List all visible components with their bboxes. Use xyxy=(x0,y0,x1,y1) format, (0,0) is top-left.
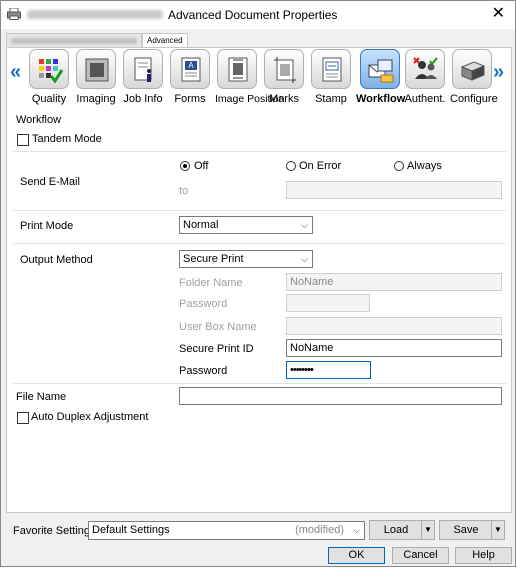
tab-advanced[interactable]: Advanced xyxy=(142,33,188,47)
divider xyxy=(13,383,507,384)
chevron-down-icon: ⌵ xyxy=(301,254,308,264)
workflow-heading: Workflow xyxy=(16,114,62,126)
secure-print-id-label: Secure Print ID xyxy=(179,343,254,355)
title-bar: Advanced Document Properties ✕ xyxy=(1,1,515,29)
load-button[interactable]: Load ▼ xyxy=(369,520,435,540)
favorite-modified-status: (modified) xyxy=(295,524,344,536)
send-email-off-radio[interactable] xyxy=(180,161,190,171)
tab-authentication-label: Authent. xyxy=(404,93,446,105)
save-button-label: Save xyxy=(453,524,479,536)
email-to-field[interactable] xyxy=(286,181,502,199)
marks-icon xyxy=(264,49,304,89)
tab-authentication[interactable]: Authent. xyxy=(403,49,447,109)
tab-configure-label: Configure xyxy=(450,93,498,105)
tab-quality[interactable]: Quality xyxy=(27,49,71,109)
email-to-label: to xyxy=(179,185,189,197)
tab-job-info-label: Job Info xyxy=(123,93,163,105)
send-email-on-error-label: On Error xyxy=(299,160,342,172)
tab-quality-label: Quality xyxy=(31,93,67,105)
forms-icon: A xyxy=(170,49,210,89)
output-method-value: Secure Print xyxy=(183,253,244,265)
password-label: Password xyxy=(179,298,228,310)
tandem-mode-label: Tandem Mode xyxy=(32,133,102,145)
secure-print-id-field[interactable]: NoName xyxy=(286,339,502,357)
divider xyxy=(13,243,507,244)
printer-name-redacted xyxy=(27,10,163,19)
divider xyxy=(13,151,507,152)
file-name-label: File Name xyxy=(16,391,67,403)
password-field[interactable] xyxy=(286,294,370,312)
scroll-left-icon[interactable]: « xyxy=(10,61,21,84)
favorite-setting-select[interactable]: Default Settings (modified) ⌵ xyxy=(88,521,365,540)
tab-forms[interactable]: A Forms xyxy=(168,49,212,109)
tab-imaging-label: Imaging xyxy=(76,93,116,105)
send-email-always-label: Always xyxy=(407,160,442,172)
stamp-icon xyxy=(311,49,351,89)
favorite-setting-label: Favorite Setting xyxy=(13,525,91,537)
imaging-icon xyxy=(76,49,116,89)
main-panel: « » Quality Imaging Job Info A Forms Ima… xyxy=(6,47,512,537)
workflow-icon xyxy=(360,49,400,89)
close-icon[interactable]: ✕ xyxy=(492,5,505,23)
authentication-icon xyxy=(405,49,445,89)
properties-window: Advanced Document Properties ✕ Advanced … xyxy=(0,0,516,567)
svg-text:A: A xyxy=(188,61,194,70)
divider xyxy=(13,210,507,211)
file-name-field[interactable] xyxy=(179,387,502,405)
print-mode-value: Normal xyxy=(183,219,219,231)
send-email-label: Send E-Mail xyxy=(20,176,80,188)
tab-job-info[interactable]: Job Info xyxy=(121,49,165,109)
tab-imaging[interactable]: Imaging xyxy=(74,49,118,109)
tab-workflow-label: Workflow xyxy=(356,93,406,105)
send-email-always-radio[interactable] xyxy=(394,161,404,171)
print-mode-select[interactable]: Normal ⌵ xyxy=(179,216,313,234)
job-info-icon xyxy=(123,49,163,89)
tab-image-position[interactable]: Image Position xyxy=(215,49,285,109)
ok-button[interactable]: OK xyxy=(328,547,385,564)
printer-icon xyxy=(7,7,21,20)
image-position-icon xyxy=(217,49,257,89)
favorite-setting-value: Default Settings xyxy=(92,524,170,536)
quality-icon xyxy=(29,49,69,89)
load-button-label: Load xyxy=(383,524,409,536)
tab-printer-settings[interactable] xyxy=(6,33,142,47)
send-email-off-label: Off xyxy=(194,160,209,172)
folder-name-field[interactable]: NoName xyxy=(286,273,502,291)
window-title: Advanced Document Properties xyxy=(168,8,338,22)
user-box-name-field[interactable] xyxy=(286,317,502,335)
tab-stamp-label: Stamp xyxy=(315,93,347,105)
output-method-select[interactable]: Secure Print ⌵ xyxy=(179,250,313,268)
auto-duplex-checkbox[interactable] xyxy=(17,412,29,424)
folder-name-label: Folder Name xyxy=(179,277,243,289)
tab-label-redacted xyxy=(11,37,137,44)
tab-image-position-label: Image Position xyxy=(215,93,285,105)
secure-password-label: Password xyxy=(179,365,228,377)
chevron-down-icon: ⌵ xyxy=(353,525,360,535)
cancel-button[interactable]: Cancel xyxy=(392,547,449,564)
output-method-label: Output Method xyxy=(20,254,93,266)
tab-workflow[interactable]: Workflow xyxy=(356,49,406,109)
scroll-right-icon[interactable]: » xyxy=(493,61,504,84)
send-email-on-error-radio[interactable] xyxy=(286,161,296,171)
tab-marks-label: Marks xyxy=(269,93,299,105)
help-button[interactable]: Help xyxy=(455,547,512,564)
tab-strip: Advanced xyxy=(6,31,510,47)
print-mode-label: Print Mode xyxy=(20,220,74,232)
auto-duplex-label: Auto Duplex Adjustment xyxy=(31,411,149,423)
load-dropdown-icon[interactable]: ▼ xyxy=(421,521,434,539)
save-button[interactable]: Save ▼ xyxy=(439,520,505,540)
user-box-name-label: User Box Name xyxy=(179,321,257,333)
tab-forms-label: Forms xyxy=(174,93,206,105)
tab-marks[interactable]: Marks xyxy=(262,49,306,109)
tab-stamp[interactable]: Stamp xyxy=(309,49,353,109)
chevron-down-icon: ⌵ xyxy=(301,220,308,230)
tab-configure[interactable]: Configure xyxy=(450,49,498,109)
save-dropdown-icon[interactable]: ▼ xyxy=(491,521,504,539)
secure-password-field[interactable]: •••••••• xyxy=(286,361,371,379)
tandem-mode-checkbox[interactable] xyxy=(17,134,29,146)
configure-icon xyxy=(452,49,492,89)
